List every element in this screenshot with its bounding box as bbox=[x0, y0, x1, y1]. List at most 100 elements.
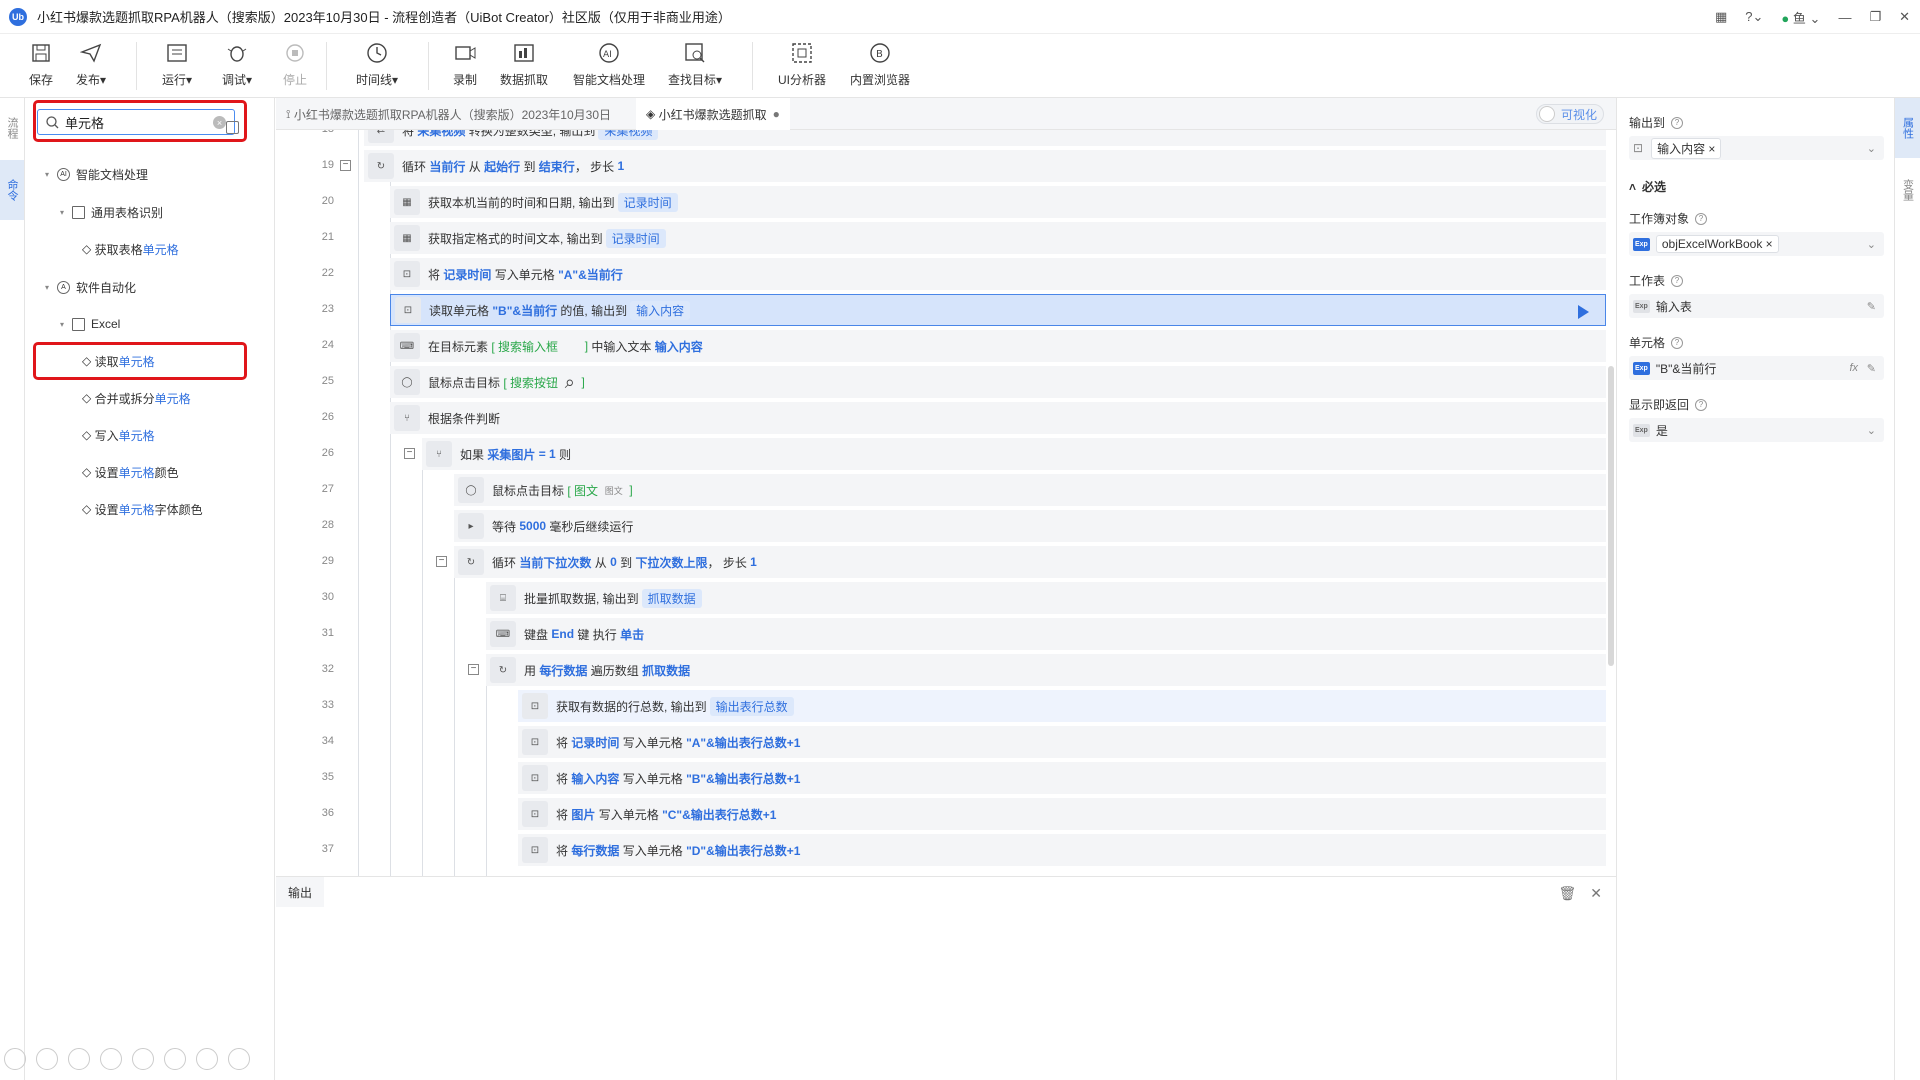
zoom-icon[interactable] bbox=[132, 1048, 154, 1070]
grid-icon[interactable]: ▦ bbox=[1715, 9, 1727, 25]
collapse-icon[interactable]: − bbox=[436, 556, 447, 567]
sheet-field[interactable]: Exp 输入表 ✎ bbox=[1629, 294, 1884, 318]
code-row[interactable]: 26 − ⑂ 如果 采集图片 = 1 则 bbox=[276, 436, 1616, 472]
tree-group-smart-doc[interactable]: ▾ AI 智能文档处理 bbox=[45, 164, 148, 184]
collapse-icon[interactable]: − bbox=[468, 664, 479, 675]
pen-icon[interactable] bbox=[68, 1048, 90, 1070]
collapse-icon[interactable]: − bbox=[404, 448, 415, 459]
tab-block[interactable]: ◈ 小红书爆款选题抓取 ● bbox=[636, 98, 790, 130]
code-row[interactable]: 20 ▦ 获取本机当前的时间和日期, 输出到 记录时间 bbox=[276, 184, 1616, 220]
tree-item-write-cell[interactable]: ◇ 写入 单元格 bbox=[82, 425, 155, 445]
excel-cell-icon: ⊡ bbox=[522, 693, 548, 719]
rail-tab-flow[interactable]: 流程 bbox=[0, 98, 24, 158]
copy-icon[interactable] bbox=[100, 1048, 122, 1070]
timeline-button[interactable]: 时间线▾ bbox=[356, 40, 398, 88]
ui-analyzer-icon bbox=[789, 40, 815, 66]
tree-subgroup-excel[interactable]: ▾ Excel bbox=[60, 314, 120, 334]
keyboard-icon: ⌨ bbox=[490, 621, 516, 647]
rail-tab-commands[interactable]: 命令 bbox=[0, 160, 24, 220]
data-scrape-button[interactable]: 数据抓取 bbox=[500, 40, 548, 88]
tree-subgroup-table-ocr[interactable]: ▾ 通用表格识别 bbox=[60, 202, 163, 222]
tree-item-set-cell-color[interactable]: ◇ 设置 单元格 颜色 bbox=[82, 462, 179, 482]
close-output-icon[interactable]: ✕ bbox=[1590, 885, 1602, 902]
debug-button[interactable]: 调试▾ bbox=[222, 40, 252, 88]
exp-badge: Exp bbox=[1633, 423, 1650, 437]
more-icon[interactable] bbox=[228, 1048, 250, 1070]
output-to-field[interactable]: ⊡ 输入内容 × ⌄ bbox=[1629, 136, 1884, 160]
run-line-icon[interactable] bbox=[1578, 305, 1589, 319]
cell-field[interactable]: Exp "B"&当前行 fx ✎ bbox=[1629, 356, 1884, 380]
trash-icon[interactable]: 🗑 bbox=[1558, 885, 1576, 902]
code-row-selected[interactable]: 23 ⊡ 读取单元格 "B"&当前行 的值, 输出到 输入内容 bbox=[276, 292, 1616, 328]
edit-icon[interactable]: ✎ bbox=[1867, 300, 1876, 313]
close-icon[interactable]: ✕ bbox=[1899, 9, 1910, 25]
find-target-label: 查找目标 bbox=[668, 73, 717, 87]
save-button[interactable]: 保存 bbox=[28, 40, 54, 88]
output-tab[interactable]: 输出 bbox=[276, 877, 324, 907]
publish-button[interactable]: 发布▾ bbox=[76, 40, 106, 88]
code-var: 输入内容 bbox=[654, 339, 703, 354]
line-number: 30 bbox=[321, 591, 334, 603]
code-row[interactable]: 34 ⊡ 将 记录时间 写入单元格 "A"&输出表行总数+1 bbox=[276, 724, 1616, 760]
restore-icon[interactable]: ❐ bbox=[1869, 9, 1881, 25]
toggle-knob bbox=[1539, 106, 1555, 122]
code-row[interactable]: 21 ▦ 获取指定格式的时间文本, 输出到 记录时间 bbox=[276, 220, 1616, 256]
builtin-browser-button[interactable]: B 内置浏览器 bbox=[850, 40, 910, 88]
code-row[interactable]: 27 ◯ 鼠标点击目标 [ 图文 图文 ] bbox=[276, 472, 1616, 508]
run-button[interactable]: 运行▾ bbox=[162, 40, 192, 88]
code-row[interactable]: 19 − ↻ 循环 当前行 从 起始行 到 结束行， 步长 1 bbox=[276, 148, 1616, 184]
code-row[interactable]: 28 ▸ 等待 5000 毫秒后继续运行 bbox=[276, 508, 1616, 544]
help-icon[interactable]: ? bbox=[1695, 398, 1708, 411]
show-return-field[interactable]: Exp 是 ⌄ bbox=[1629, 418, 1884, 442]
code-row[interactable]: 24 ⌨ 在目标元素 [ 搜索输入框 ] 中输入文本 输入内容 bbox=[276, 328, 1616, 364]
help-icon[interactable]: ? bbox=[1671, 274, 1684, 287]
user-menu[interactable]: ● 鱼 ⌄ bbox=[1781, 8, 1820, 27]
minimize-icon[interactable]: — bbox=[1838, 10, 1851, 25]
camera-icon[interactable] bbox=[196, 1048, 218, 1070]
required-section[interactable]: ˄ 必选 bbox=[1629, 178, 1666, 195]
code-target: ] bbox=[581, 375, 585, 389]
tree-item-get-table-cell[interactable]: ◇ 获取表格 单元格 bbox=[82, 239, 179, 259]
code-var: "A"&当前行 bbox=[558, 267, 623, 282]
code-row[interactable]: 29 − ↻ 循环 当前下拉次数 从 0 到 下拉次数上限， 步长 1 bbox=[276, 544, 1616, 580]
code-row[interactable]: 37 ⊡ 将 每行数据 写入单元格 "D"&输出表行总数+1 bbox=[276, 832, 1616, 868]
tree-item-set-cell-font-color[interactable]: ◇ 设置 单元格 字体颜色 bbox=[82, 499, 203, 519]
tab-flow[interactable]: ⟟ 小红书爆款选题抓取RPA机器人（搜索版）2023年10月30日 bbox=[276, 98, 621, 130]
code-row[interactable]: 32 − ↻ 用 每行数据 遍历数组 抓取数据 bbox=[276, 652, 1616, 688]
smart-doc-button[interactable]: AI 智能文档处理 bbox=[573, 40, 645, 88]
code-row[interactable]: 30 ⌸ 批量抓取数据, 输出到 抓取数据 bbox=[276, 580, 1616, 616]
help-icon[interactable]: ? bbox=[1695, 212, 1708, 225]
svg-text:AI: AI bbox=[603, 50, 612, 60]
forward-icon[interactable] bbox=[36, 1048, 58, 1070]
help-icon[interactable]: ? bbox=[1671, 336, 1684, 349]
fx-icon[interactable]: fx bbox=[1849, 362, 1858, 374]
code-row[interactable]: 35 ⊡ 将 输入内容 写入单元格 "B"&输出表行总数+1 bbox=[276, 760, 1616, 796]
prop-label-cell: 单元格 bbox=[1629, 336, 1666, 350]
code-row[interactable]: 31 ⌨ 键盘 End 键 执行 单击 bbox=[276, 616, 1616, 652]
stop-button[interactable]: 停止 bbox=[282, 40, 308, 88]
edit-icon[interactable]: ✎ bbox=[1867, 362, 1876, 375]
back-icon[interactable] bbox=[4, 1048, 26, 1070]
collapse-icon[interactable]: − bbox=[340, 160, 351, 171]
code-row[interactable]: 25 ◯ 鼠标点击目标 [ 搜索按钮 ⌕ ] bbox=[276, 364, 1616, 400]
code-row[interactable]: 26 ⑂ 根据条件判断 bbox=[276, 400, 1616, 436]
visualize-toggle[interactable]: 可视化 bbox=[1536, 104, 1604, 124]
line-number: 18 bbox=[276, 130, 334, 135]
code-row[interactable]: 18 ⇄ 将 采集视频 转换为整数类型, 输出到采集视频 bbox=[276, 130, 1616, 148]
editor-scrollbar[interactable] bbox=[1608, 366, 1614, 666]
ui-analyzer-button[interactable]: UI分析器 bbox=[778, 40, 826, 88]
code-row[interactable]: 22 ⊡ 将 记录时间 写入单元格 "A"&当前行 bbox=[276, 256, 1616, 292]
rail-tab-variables[interactable]: 变量 bbox=[1895, 160, 1920, 220]
code-row[interactable]: 33 ⊡ 获取有数据的行总数, 输出到 输出表行总数 bbox=[276, 688, 1616, 724]
help-icon[interactable]: ? bbox=[1671, 116, 1684, 129]
tree-item-merge-cell[interactable]: ◇ 合并或拆分 单元格 bbox=[82, 388, 191, 408]
code-text: ， 步长 bbox=[574, 159, 615, 174]
record-button[interactable]: 录制 bbox=[452, 40, 478, 88]
tree-group-software-automation[interactable]: ▾ A 软件自动化 bbox=[45, 277, 136, 297]
find-target-button[interactable]: 查找目标▾ bbox=[668, 40, 722, 88]
screen-icon[interactable] bbox=[164, 1048, 186, 1070]
help-icon[interactable]: ?⌄ bbox=[1745, 9, 1763, 25]
code-row[interactable]: 36 ⊡ 将 图片 写入单元格 "C"&输出表行总数+1 bbox=[276, 796, 1616, 832]
workbook-field[interactable]: Exp objExcelWorkBook × ⌄ bbox=[1629, 232, 1884, 256]
rail-tab-properties[interactable]: 属性 bbox=[1895, 98, 1920, 158]
